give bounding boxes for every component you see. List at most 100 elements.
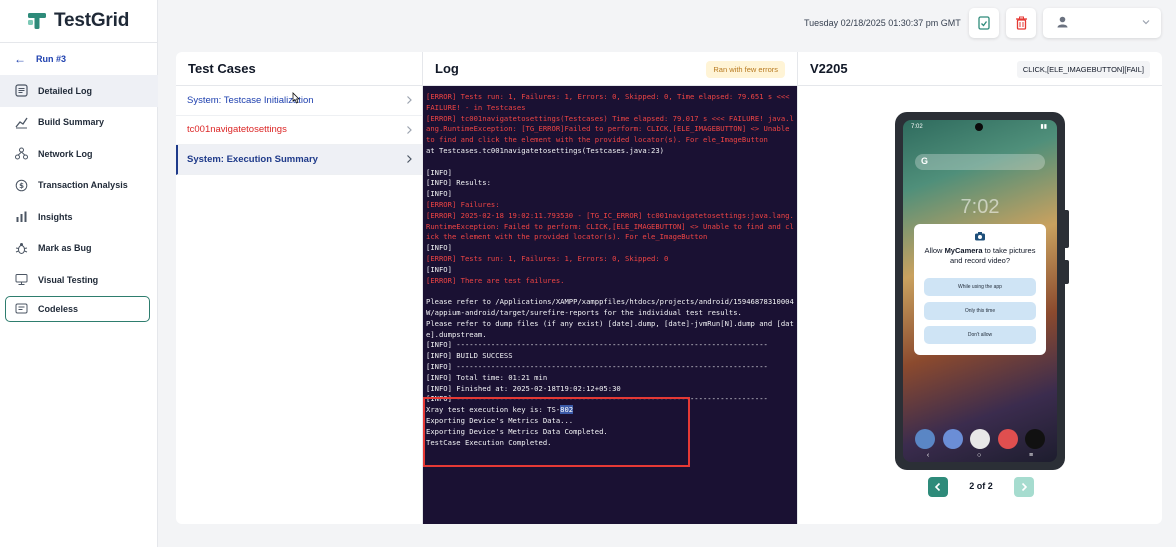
chevron-down-icon [1142, 20, 1150, 25]
dont-allow-button[interactable]: Don't allow [924, 326, 1036, 344]
log-line: Please refer to dump files (if any exist… [426, 318, 794, 339]
sidebar-item-insights[interactable]: Insights [0, 201, 158, 233]
sidebar-item-label: Insights [38, 211, 73, 222]
log-line: [INFO] Results: [426, 178, 491, 188]
log-line: Please refer to /Applications/XAMPP/xamp… [426, 297, 794, 317]
sidebar-item-codeless[interactable]: Codeless [5, 295, 150, 322]
bar-chart-icon [14, 210, 28, 224]
log-lines: [ERROR] Tests run: 1, Failures: 1, Error… [426, 92, 794, 405]
log-line-error: [ERROR] Tests run: 1, Failures: 1, Error… [426, 92, 794, 112]
action-badge: CLICK,[ELE_IMAGEBUTTON][FAIL] [1016, 61, 1150, 78]
phone-side-button [1065, 210, 1069, 248]
sidebar-item-transaction-analysis[interactable]: $ Transaction Analysis [0, 170, 158, 202]
chevron-right-icon [1021, 482, 1028, 492]
test-case-item[interactable]: tc001navigatetosettings [176, 116, 422, 145]
logo[interactable]: TestGrid [27, 10, 129, 32]
transaction-icon: $ [14, 178, 28, 192]
test-cases-title: Test Cases [176, 52, 422, 86]
screenshot-pager: 2 of 2 [928, 477, 1034, 497]
svg-text:$: $ [19, 182, 24, 190]
log-line-error: [ERROR] tc001navigatetosettings(Testcase… [426, 113, 794, 145]
trash-icon [1015, 16, 1027, 30]
sidebar-item-label: Network Log [38, 148, 93, 159]
sidebar-item-label: Build Summary [38, 117, 105, 128]
log-line: [INFO] ---------------------------------… [426, 361, 768, 371]
log-icon [14, 84, 28, 98]
app-dock [915, 429, 1045, 449]
delete-button[interactable] [1006, 8, 1036, 38]
sidebar-item-network-log[interactable]: Network Log [0, 138, 158, 170]
camera-app-icon [1025, 429, 1045, 449]
monitor-icon [14, 273, 28, 287]
sidebar-nav: Detailed Log Build Summary Network Log $… [0, 75, 158, 322]
status-badge: Ran with few errors [706, 61, 785, 78]
log-line: [INFO] [426, 167, 452, 177]
log-line-error: [ERROR] There are test failures. [426, 275, 565, 285]
chevron-right-icon [407, 155, 412, 163]
while-using-app-button[interactable]: While using the app [924, 278, 1036, 296]
chevron-left-icon [934, 482, 941, 492]
log-terminal[interactable]: [ERROR] Tests run: 1, Failures: 1, Error… [423, 86, 797, 524]
device-panel: V2205 CLICK,[ELE_IMAGEBUTTON][FAIL] 7:02… [797, 52, 1162, 524]
home-clock: 7:02 [960, 196, 1000, 218]
dialog-message: Allow MyCamera to take pictures and reco… [924, 246, 1036, 265]
back-to-run-link[interactable]: ← Run #3 [14, 52, 66, 66]
chevron-right-icon [407, 125, 412, 134]
device-screen: 7:02 ▮▮ G 7:02 Allow MyCamera to take pi… [903, 120, 1057, 462]
sidebar-item-build-summary[interactable]: Build Summary [0, 107, 158, 139]
log-line-error: [ERROR] Tests run: 1, Failures: 1, Error… [426, 253, 669, 263]
sidebar-divider [0, 42, 157, 43]
sidebar-item-detailed-log[interactable]: Detailed Log [0, 75, 158, 107]
sidebar-item-label: Visual Testing [38, 274, 99, 285]
phone-app-icon [915, 429, 935, 449]
device-title: V2205 [810, 61, 848, 76]
chevron-right-icon [407, 96, 412, 104]
testgrid-logo-icon [28, 13, 46, 29]
log-line-error: [ERROR] Failures: [426, 199, 500, 209]
status-time: 7:02 [911, 124, 923, 130]
menu-nav-icon: ≡ [1028, 452, 1034, 459]
test-cases-panel: Test Cases System: Testcase Initializati… [176, 52, 423, 524]
google-search-bar: G [915, 154, 1045, 170]
only-this-time-button[interactable]: Only this time [924, 302, 1036, 320]
user-menu-dropdown[interactable] [1043, 8, 1161, 38]
chrome-app-icon [970, 429, 990, 449]
permission-dialog: Allow MyCamera to take pictures and reco… [914, 224, 1046, 355]
results-panel: Test Cases System: Testcase Initializati… [176, 52, 1162, 524]
test-case-item-selected[interactable]: System: Execution Summary [176, 145, 422, 175]
sidebar-item-mark-as-bug[interactable]: Mark as Bug [0, 233, 158, 265]
front-camera [975, 123, 983, 131]
log-line: [INFO] BUILD SUCCESS [426, 351, 513, 361]
home-nav-icon: ○ [976, 452, 982, 459]
photos-app-icon [997, 429, 1018, 449]
log-line: at Testcases.tc001navigatetosettings(Tes… [426, 145, 664, 155]
sidebar-item-label: Codeless [38, 303, 79, 314]
log-title: Log [435, 61, 459, 76]
android-nav-bar: ‹ ○ ≡ [903, 452, 1057, 459]
log-line: [INFO] Total time: 01:21 min [426, 372, 548, 382]
sidebar-item-visual-testing[interactable]: Visual Testing [0, 264, 158, 296]
header-datetime: Tuesday 02/18/2025 01:30:37 pm GMT [804, 18, 961, 28]
test-case-label: tc001navigatetosettings [187, 124, 287, 136]
sidebar-item-label: Transaction Analysis [38, 180, 128, 191]
phone-side-button [1065, 260, 1069, 284]
log-line: [INFO] Finished at: 2025-02-18T19:02:12+… [426, 383, 621, 393]
device-header: V2205 CLICK,[ELE_IMAGEBUTTON][FAIL] [798, 52, 1162, 86]
previous-screenshot-button[interactable] [928, 477, 948, 497]
log-panel: Log Ran with few errors [ERROR] Tests ru… [423, 52, 797, 524]
device-screenshot[interactable]: 7:02 ▮▮ G 7:02 Allow MyCamera to take pi… [895, 112, 1065, 470]
download-report-button[interactable] [969, 8, 999, 38]
highlight-annotation-box [423, 397, 690, 467]
back-nav-icon: ‹ [926, 452, 930, 459]
test-case-label: System: Execution Summary [187, 153, 318, 165]
page-indicator: 2 of 2 [969, 481, 993, 491]
log-header: Log Ran with few errors [423, 52, 797, 86]
next-screenshot-button[interactable] [1014, 477, 1034, 497]
network-icon [14, 147, 28, 161]
user-icon [1057, 16, 1068, 28]
camera-icon [975, 232, 985, 241]
sidebar-item-label: Mark as Bug [38, 243, 92, 254]
log-line: [INFO] [426, 264, 452, 274]
app-name: TestGrid [54, 10, 130, 31]
